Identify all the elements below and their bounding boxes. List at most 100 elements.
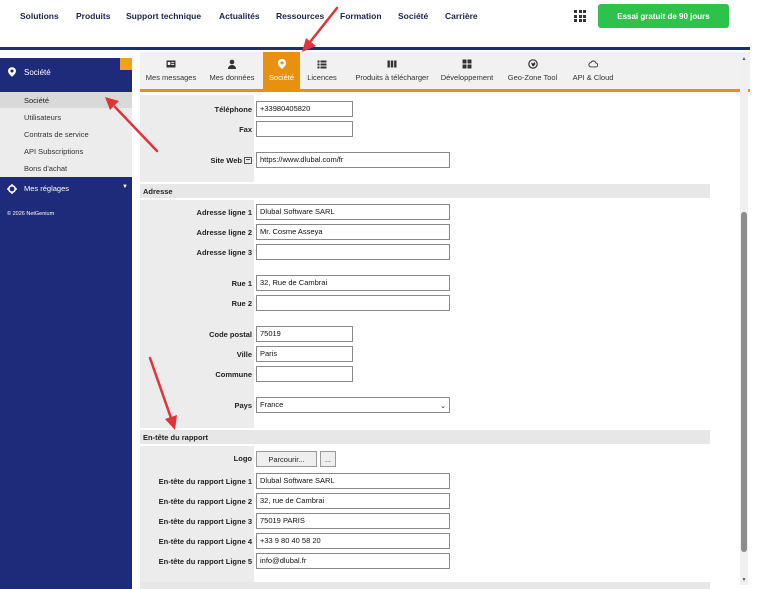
tab-societe[interactable]: Société [263,52,300,89]
telephone-field[interactable]: +33980405820 [256,101,353,117]
section-next [140,582,710,589]
tab-licences[interactable]: Licences [303,52,341,89]
report1-field[interactable]: Dlubal Software SARL [256,473,450,489]
tab-mes-messages[interactable]: Mes messages [140,52,202,89]
free-trial-button[interactable]: Essai gratuit de 90 jours [598,4,729,28]
country-label: Pays [234,401,252,410]
nav-formation[interactable]: Formation [340,11,382,21]
address3-label: Adresse ligne 3 [196,248,252,257]
fax-field[interactable] [256,121,353,137]
user-icon [228,59,236,69]
tab-label: Geo-Zone Tool [507,73,558,82]
section-title: En-tête du rapport [143,433,208,442]
report5-field[interactable]: info@dlubal.fr [256,553,450,569]
scroll-up-arrow-icon[interactable]: ▲ [741,56,747,62]
report2-label: En-tête du rapport Ligne 2 [158,497,252,506]
nav-support[interactable]: Support technique [126,11,201,21]
sidebar-item-mes-reglages[interactable]: Mes réglages ▼ [0,181,132,197]
telephone-label: Téléphone [214,105,252,114]
tab-label: Société [268,73,295,82]
fax-label: Fax [239,125,252,134]
tab-label: Mes données [209,73,255,82]
location-pin-icon [8,67,16,77]
street1-label: Rue 1 [231,279,252,288]
tab-label: Mes messages [145,73,197,82]
apps-grid-icon[interactable] [574,10,586,22]
address2-field[interactable]: Mr. Cosme Asseya [256,224,450,240]
commune-label: Commune [215,370,252,379]
modules-icon [462,59,472,69]
sidebar-item-api-subscriptions[interactable]: API Subscriptions [24,147,83,156]
settings-label: Mes réglages [24,184,70,193]
city-label: Ville [236,350,252,359]
chevron-down-icon: ⌄ [440,403,446,410]
nav-solutions[interactable]: Solutions [20,11,59,21]
address1-label: Adresse ligne 1 [196,208,252,217]
street2-field[interactable] [256,295,450,311]
list-icon [317,60,327,69]
sidebar-corner-marker [120,58,132,70]
gear-icon [7,184,17,194]
sidebar: Société Société Utilisateurs Contrats de… [0,58,132,589]
tab-label: API & Cloud [572,73,614,82]
bars-icon [387,60,397,68]
tab-label: Licences [307,73,337,82]
tab-mes-donnees[interactable]: Mes données [206,52,258,89]
tab-label: Développement [440,73,494,82]
nav-actualites[interactable]: Actualités [219,11,260,21]
sidebar-item-utilisateurs[interactable]: Utilisateurs [24,113,61,122]
report4-label: En-tête du rapport Ligne 4 [158,537,252,546]
sidebar-item-contrats[interactable]: Contrats de service [24,130,89,139]
sidebar-item-societe[interactable]: Société [0,92,132,108]
scrollbar-thumb[interactable] [741,212,747,552]
more-options-button[interactable]: ... [320,451,336,467]
nav-carriere[interactable]: Carrière [445,11,478,21]
scroll-down-arrow-icon[interactable]: ▼ [741,577,747,583]
sidebar-item-bons-achat[interactable]: Bons d'achat [24,164,67,173]
street2-label: Rue 2 [231,299,252,308]
section-adresse: Adresse [140,184,710,198]
city-field[interactable]: Paris [256,346,353,362]
logo-label: Logo [233,454,252,463]
nav-societe[interactable]: Société [398,11,428,21]
cloud-icon [588,60,598,68]
street1-field[interactable]: 32, Rue de Cambrai [256,275,450,291]
report4-field[interactable]: +33 9 80 40 58 20 [256,533,450,549]
header-divider [0,47,750,50]
globe-icon [527,59,538,69]
report2-field[interactable]: 32, rue de Cambrai [256,493,450,509]
postal-label: Code postal [209,330,252,339]
open-link-icon[interactable] [244,157,252,164]
report3-field[interactable]: 75019 PARIS [256,513,450,529]
website-label-text: Site Web [210,156,242,165]
tab-bar: Mes messages Mes données Société Licence… [140,52,750,92]
browse-button[interactable]: Parcourir... [256,451,317,467]
section-report-header: En-tête du rapport [140,430,710,444]
website-field[interactable]: https://www.dlubal.com/fr [256,152,450,168]
tab-geo-zone-tool[interactable]: Geo-Zone Tool [505,52,560,89]
nav-produits[interactable]: Produits [76,11,110,21]
address1-field[interactable]: Dlubal Software SARL [256,204,450,220]
postal-field[interactable]: 75019 [256,326,353,342]
address3-field[interactable] [256,244,450,260]
address2-label: Adresse ligne 2 [196,228,252,237]
nav-ressources[interactable]: Ressources [276,11,324,21]
commune-field[interactable] [256,366,353,382]
location-pin-icon [277,59,286,69]
section-title: Adresse [143,187,173,196]
tab-label: Produits à télécharger [355,73,429,82]
report5-label: En-tête du rapport Ligne 5 [158,557,252,566]
report1-label: En-tête du rapport Ligne 1 [158,477,252,486]
sidebar-submenu: Société Utilisateurs Contrats de service… [0,92,132,177]
tab-api-cloud[interactable]: API & Cloud [568,52,618,89]
top-navigation: Solutions Produits Support technique Act… [0,0,760,34]
chevron-down-icon: ▼ [122,184,128,190]
tab-developpement[interactable]: Développement [439,52,495,89]
sidebar-item-label: Société [24,96,50,105]
tab-produits-telecharger[interactable]: Produits à télécharger [345,52,439,89]
sidebar-header-label: Société [24,68,51,77]
country-select[interactable]: France ⌄ [256,397,450,413]
sidebar-header-societe[interactable]: Société [0,58,132,86]
id-card-icon [166,60,176,68]
copyright-text: © 2026 NetGenium [7,211,55,217]
